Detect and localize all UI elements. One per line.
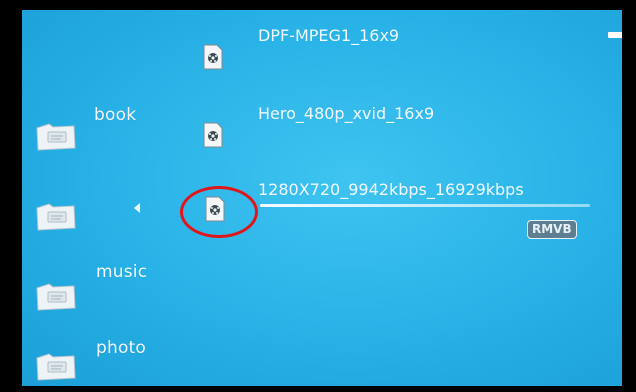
file-name[interactable]: DPF-MPEG1_16x9 [258, 26, 399, 45]
folder-icon-music[interactable] [34, 278, 78, 312]
folder-icon [36, 283, 76, 311]
folder-icon [36, 353, 76, 381]
media-browser-screen: book music photo DPF-MPEG1_16x9 Hero_480… [22, 10, 622, 386]
folder-icon-book[interactable] [34, 118, 78, 152]
folder-label-photo[interactable]: photo [96, 338, 146, 358]
red-highlight-circle [180, 186, 258, 238]
file-name[interactable]: Hero_480p_xvid_16x9 [258, 104, 434, 123]
video-file-icon[interactable] [202, 44, 224, 70]
left-arrow-icon[interactable] [134, 203, 140, 213]
film-reel-icon [203, 122, 223, 148]
format-badge: RMVB [527, 220, 577, 239]
folder-icon-photo[interactable] [34, 348, 78, 382]
file-name-selected[interactable]: 1280X720_9942kbps_16929kbps [258, 180, 524, 199]
folder-label-book[interactable]: book [94, 105, 136, 125]
selection-underline [260, 204, 590, 207]
folder-label-music[interactable]: music [96, 262, 147, 282]
film-reel-icon [203, 44, 223, 70]
folder-icon-unnamed[interactable] [34, 198, 78, 232]
battery-indicator-icon [608, 32, 622, 38]
folder-icon [36, 203, 76, 231]
folder-icon [36, 123, 76, 151]
video-file-icon[interactable] [202, 122, 224, 148]
